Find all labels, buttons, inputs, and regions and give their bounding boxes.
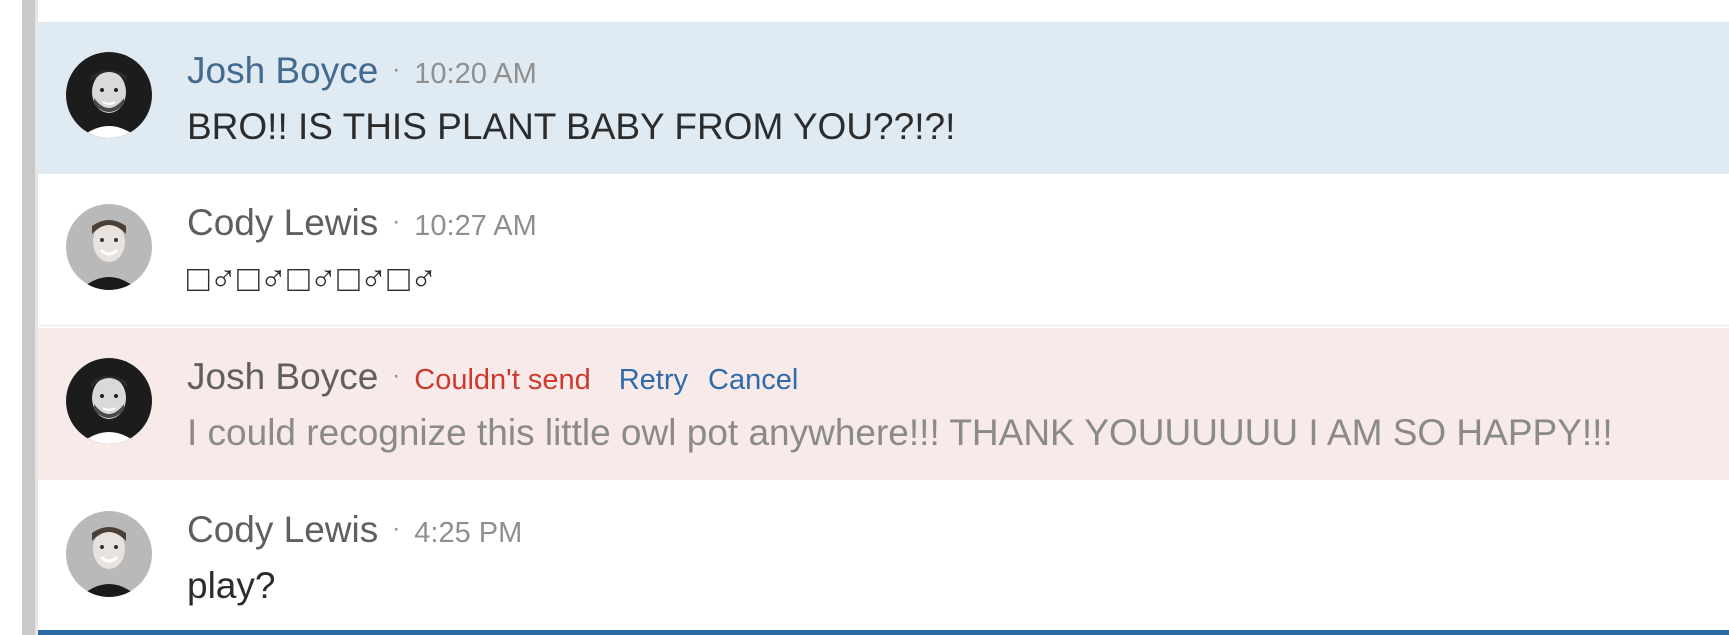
message-item[interactable]: Cody Lewis · 4:25 PM play? xyxy=(38,481,1729,633)
avatar[interactable] xyxy=(66,52,152,138)
josh-avatar-icon xyxy=(66,358,152,444)
avatar[interactable] xyxy=(66,358,152,444)
cody-avatar-icon xyxy=(66,511,152,597)
message-text: play? xyxy=(187,565,276,606)
separator-dot: · xyxy=(392,515,401,542)
left-rail xyxy=(0,0,22,635)
send-error-status: Couldn't send xyxy=(414,364,591,396)
chat-window: Josh Boyce · 10:20 AM BRO!! IS THIS PLAN… xyxy=(0,0,1729,635)
message-item[interactable]: Josh Boyce · 10:20 AM BRO!! IS THIS PLAN… xyxy=(38,22,1729,174)
message-header: Josh Boyce · Couldn't send Retry Cancel xyxy=(187,354,818,400)
separator-dot: · xyxy=(392,56,401,83)
avatar[interactable] xyxy=(66,204,152,290)
composer-top-border xyxy=(38,630,1729,635)
message-item-failed[interactable]: Josh Boyce · Couldn't send Retry Cancel … xyxy=(38,328,1729,480)
message-item[interactable]: Cody Lewis · 10:27 AM □♂□♂□♂□♂□♂ xyxy=(38,174,1729,326)
scrollbar-track[interactable] xyxy=(22,0,35,635)
message-list: Josh Boyce · 10:20 AM BRO!! IS THIS PLAN… xyxy=(38,0,1729,635)
timestamp: 10:27 AM xyxy=(414,210,537,242)
message-header: Cody Lewis · 4:25 PM xyxy=(187,507,522,553)
timestamp: 4:25 PM xyxy=(414,517,523,549)
message-text: □♂□♂□♂□♂□♂ xyxy=(187,258,438,299)
author-name[interactable]: Josh Boyce xyxy=(187,354,378,400)
message-text: I could recognize this little owl pot an… xyxy=(187,412,1613,453)
author-name[interactable]: Josh Boyce xyxy=(187,48,378,94)
message-text: BRO!! IS THIS PLANT BABY FROM YOU??!?! xyxy=(187,106,956,147)
avatar[interactable] xyxy=(66,511,152,597)
author-name[interactable]: Cody Lewis xyxy=(187,507,378,553)
timestamp: 10:20 AM xyxy=(414,58,537,90)
message-header: Cody Lewis · 10:27 AM xyxy=(187,200,537,246)
separator-dot: · xyxy=(392,362,401,389)
separator-dot: · xyxy=(392,208,401,235)
retry-button[interactable]: Retry xyxy=(619,364,688,397)
author-name[interactable]: Cody Lewis xyxy=(187,200,378,246)
cody-avatar-icon xyxy=(66,204,152,290)
josh-avatar-icon xyxy=(66,52,152,138)
cancel-button[interactable]: Cancel xyxy=(708,364,798,397)
message-header: Josh Boyce · 10:20 AM xyxy=(187,48,537,94)
